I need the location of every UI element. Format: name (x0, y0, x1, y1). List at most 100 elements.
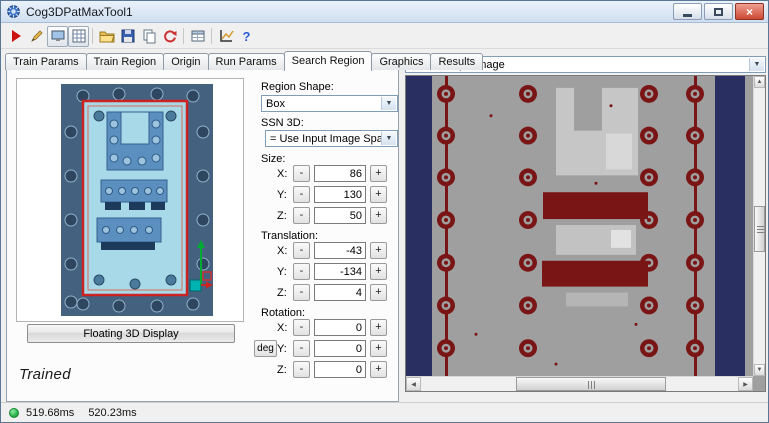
chevron-down-icon: ▼ (381, 97, 396, 110)
total-time-value: 520.23ms (88, 406, 137, 419)
image-pane: Current.InputImage ▼ (405, 56, 766, 392)
search-region-tab-page: Floating 3D Display Trained Region Shape… (6, 69, 399, 402)
size-z-decrement-button[interactable]: - (293, 207, 310, 224)
rotation-x-increment-button[interactable]: + (370, 319, 387, 336)
rotation-y-input[interactable] (314, 340, 366, 357)
input-image[interactable] (406, 76, 753, 376)
image-display-button[interactable] (47, 25, 68, 47)
tab-search-region[interactable]: Search Region (283, 51, 373, 71)
thumb-grip-icon (757, 226, 764, 233)
copy-icon[interactable] (138, 26, 159, 47)
tab-strip: Train Params Train Region Origin Run Par… (5, 50, 484, 71)
maximize-icon (714, 7, 723, 16)
maximize-button[interactable] (704, 3, 733, 20)
scroll-down-icon[interactable]: ▼ (754, 364, 765, 376)
translation-y-input[interactable] (314, 263, 366, 280)
translation-z-increment-button[interactable]: + (370, 284, 387, 301)
size-y-row: Y: - + (261, 186, 396, 204)
rotation-x-axis-label: X: (277, 322, 288, 334)
size-y-input[interactable] (314, 186, 366, 203)
translation-y-axis-label: Y: (277, 266, 287, 278)
tab-run-params[interactable]: Run Params (207, 53, 285, 70)
rotation-y-row: Y: - + (261, 340, 396, 358)
translation-y-increment-button[interactable]: + (370, 263, 387, 280)
minimize-icon (683, 13, 692, 17)
toolbar: ? (1, 24, 768, 49)
region-shape-select[interactable]: Box ▼ (261, 95, 398, 112)
size-x-input[interactable] (314, 165, 366, 182)
scroll-right-icon[interactable]: ▶ (738, 377, 753, 391)
size-z-increment-button[interactable]: + (370, 207, 387, 224)
run-time-value: 519.68ms (26, 406, 75, 419)
run-icon[interactable] (5, 26, 26, 47)
window-controls: × (673, 3, 764, 20)
size-label: Size: (261, 153, 286, 165)
size-y-decrement-button[interactable]: - (293, 186, 310, 203)
rotation-z-row: Z: - + (261, 361, 396, 379)
translation-label: Translation: (261, 230, 319, 242)
horizontal-scrollbar-thumb[interactable] (516, 377, 666, 391)
translation-x-axis-label: X: (277, 245, 288, 257)
size-x-decrement-button[interactable]: - (293, 165, 310, 182)
thumb-grip-icon (588, 381, 596, 389)
pixel-grid-button[interactable] (68, 25, 89, 47)
translation-x-decrement-button[interactable]: - (293, 242, 310, 259)
save-icon[interactable] (117, 26, 138, 47)
chevron-down-icon: ▼ (381, 132, 396, 145)
translation-z-input[interactable] (314, 284, 366, 301)
size-x-axis-label: X: (277, 168, 288, 180)
ssn3d-value: = Use Input Image Space (270, 132, 395, 145)
open-icon[interactable] (96, 26, 117, 47)
rotation-x-decrement-button[interactable]: - (293, 319, 310, 336)
rotation-x-input[interactable] (314, 319, 366, 336)
app-icon (7, 5, 20, 18)
edit-icon[interactable] (26, 26, 47, 47)
tab-results[interactable]: Results (430, 53, 484, 70)
status-green-indicator (9, 407, 19, 418)
translation-x-input[interactable] (314, 242, 366, 259)
size-y-increment-button[interactable]: + (370, 186, 387, 203)
scroll-left-icon[interactable]: ◀ (406, 377, 421, 391)
translation-y-decrement-button[interactable]: - (293, 263, 310, 280)
ssn3d-select[interactable]: = Use Input Image Space ▼ (265, 130, 398, 147)
rotation-y-increment-button[interactable]: + (370, 340, 387, 357)
rotation-y-axis-label: Y: (277, 343, 287, 355)
vertical-scrollbar[interactable]: ▲ ▼ (753, 76, 765, 376)
minimize-button[interactable] (673, 3, 702, 20)
scroll-up-icon[interactable]: ▲ (754, 76, 765, 88)
rotation-z-increment-button[interactable]: + (370, 361, 387, 378)
floating-3d-display-button[interactable]: Floating 3D Display (27, 324, 235, 343)
results-icon[interactable] (187, 26, 208, 47)
horizontal-scrollbar[interactable]: ◀ ▶ (406, 376, 753, 391)
rotation-x-row: X: - + (261, 319, 396, 337)
tab-graphics[interactable]: Graphics (371, 53, 432, 70)
close-button[interactable]: × (735, 3, 764, 20)
vertical-scrollbar-thumb[interactable] (754, 206, 765, 252)
tab-train-params[interactable]: Train Params (5, 53, 87, 70)
rotation-z-input[interactable] (314, 361, 366, 378)
title-bar[interactable]: Cog3DPatMaxTool1 × (1, 1, 768, 23)
translation-x-row: X: - + (261, 242, 396, 260)
region-shape-value: Box (266, 97, 285, 110)
graph-icon[interactable] (215, 26, 236, 47)
toolbar-separator (211, 28, 212, 44)
size-z-input[interactable] (314, 207, 366, 224)
input-image-display[interactable]: ▲ ▼ ◀ ▶ (405, 75, 766, 392)
region-controls: Region Shape: Box ▼ SSN 3D: = Use Input … (250, 70, 401, 401)
translation-z-axis-label: Z: (277, 287, 287, 299)
3d-display[interactable] (16, 78, 244, 322)
toolbar-separator (183, 28, 184, 44)
tab-origin[interactable]: Origin (163, 53, 209, 70)
trained-status-label: Trained (19, 366, 71, 383)
help-icon[interactable]: ? (236, 26, 257, 47)
tab-train-region[interactable]: Train Region (85, 53, 165, 70)
translation-x-increment-button[interactable]: + (370, 242, 387, 259)
3d-scene[interactable] (61, 84, 213, 316)
rotation-y-decrement-button[interactable]: - (293, 340, 310, 357)
rotation-z-axis-label: Z: (277, 364, 287, 376)
chevron-down-icon: ▼ (749, 58, 764, 71)
reset-icon[interactable] (159, 26, 180, 47)
size-x-increment-button[interactable]: + (370, 165, 387, 182)
translation-z-decrement-button[interactable]: - (293, 284, 310, 301)
rotation-z-decrement-button[interactable]: - (293, 361, 310, 378)
